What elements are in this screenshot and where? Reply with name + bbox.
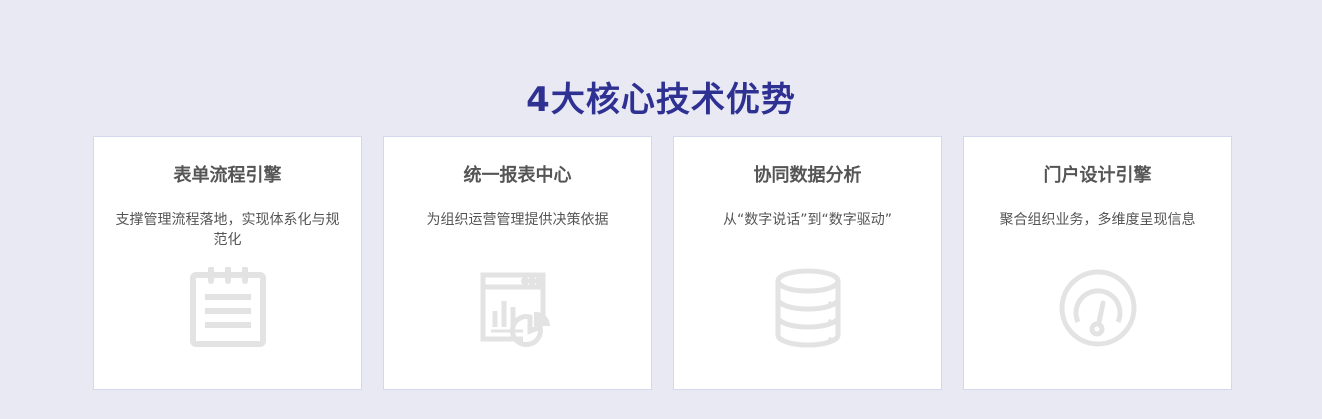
card-description: 为组织运营管理提供决策依据 xyxy=(426,212,609,228)
database-icon xyxy=(767,267,849,349)
card-description: 聚合组织业务，多维度呈现信息 xyxy=(999,212,1196,228)
card-title: 门户设计引擎 xyxy=(1043,165,1152,186)
card-form-engine[interactable]: 表单流程引擎 支撑管理流程落地，实现体系化与规范化 xyxy=(93,136,362,390)
card-title: 协同数据分析 xyxy=(753,165,862,186)
clipboard-form-icon xyxy=(187,267,269,349)
gauge-dashboard-icon xyxy=(1057,267,1139,349)
report-chart-icon xyxy=(477,267,559,349)
card-title: 统一报表中心 xyxy=(463,165,572,186)
section-title: 4大核心技术优势 xyxy=(526,79,796,120)
card-portal-engine[interactable]: 门户设计引擎 聚合组织业务，多维度呈现信息 xyxy=(963,136,1232,390)
advantage-cards: 表单流程引擎 支撑管理流程落地，实现体系化与规范化 统一报表中心 为组织运营管理… xyxy=(93,136,1232,390)
card-title: 表单流程引擎 xyxy=(173,165,282,186)
card-description: 从“数字说话”到“数字驱动” xyxy=(722,212,892,228)
card-description: 支撑管理流程落地，实现体系化与规范化 xyxy=(115,212,340,248)
card-data-analysis[interactable]: 协同数据分析 从“数字说话”到“数字驱动” xyxy=(673,136,942,390)
card-report-center[interactable]: 统一报表中心 为组织运营管理提供决策依据 xyxy=(383,136,652,390)
